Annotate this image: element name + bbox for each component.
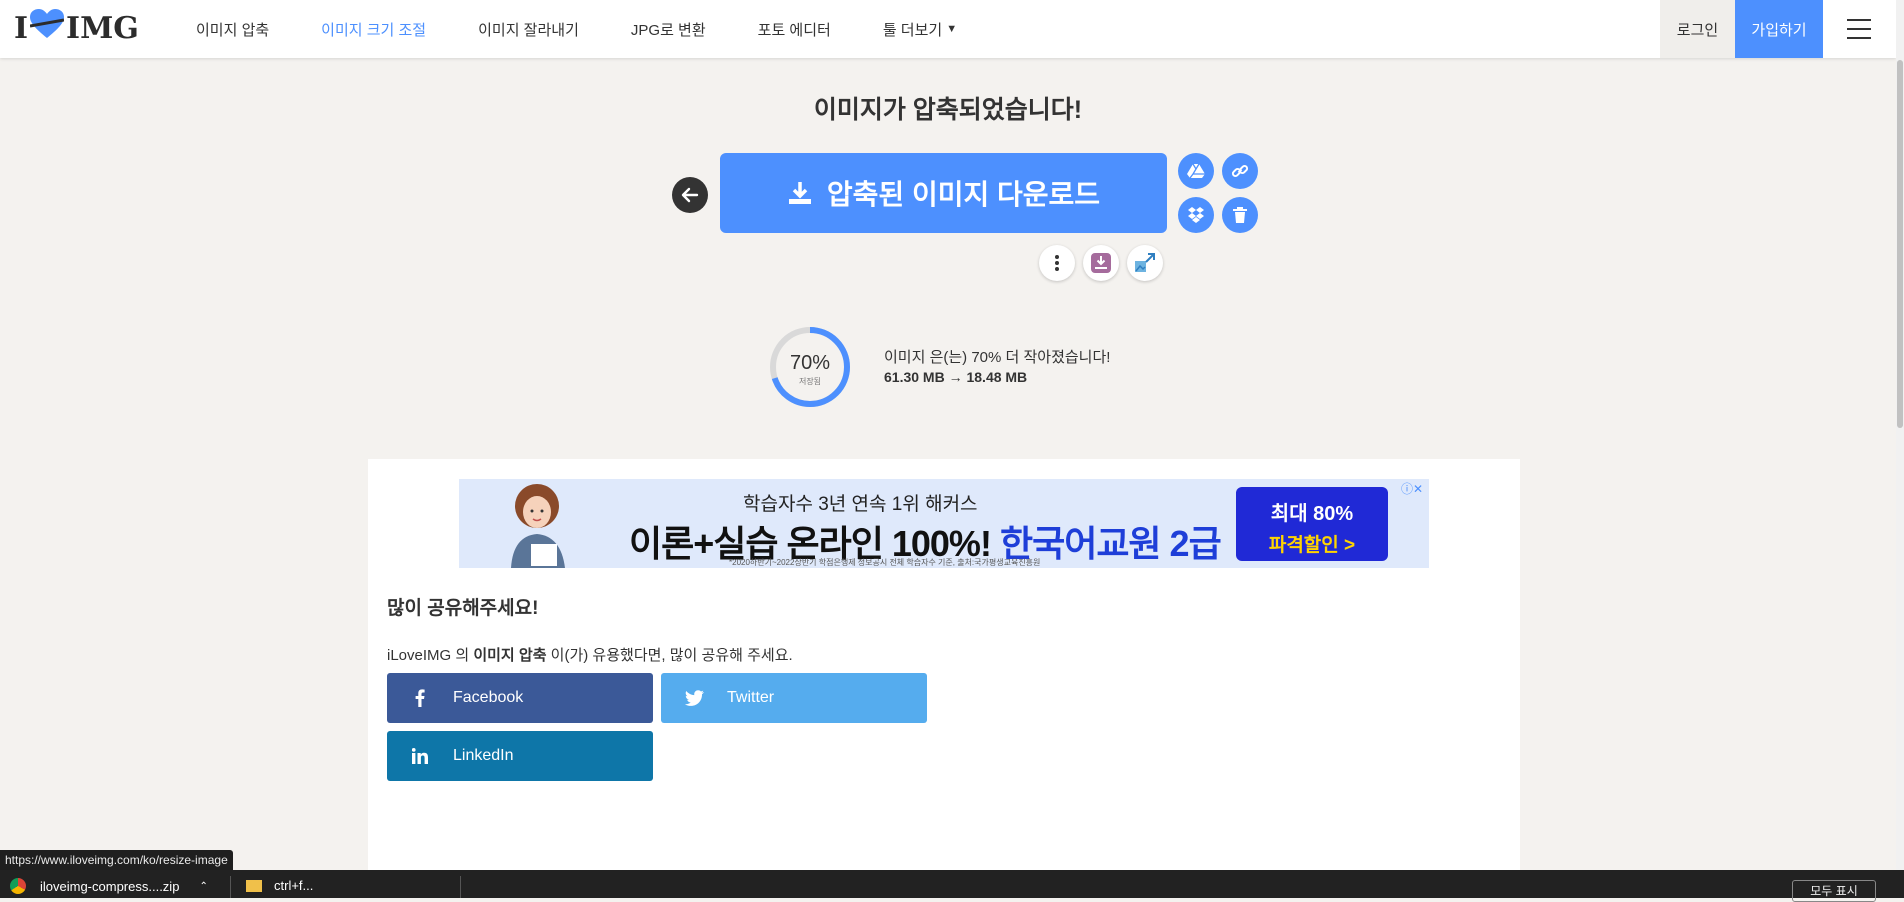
login-button[interactable]: 로그인 xyxy=(1660,0,1735,58)
facebook-icon xyxy=(387,689,453,707)
chrome-icon xyxy=(10,878,26,894)
share-text-suffix: 이(가) 유용했다면, 많이 공유해 주세요. xyxy=(546,647,793,664)
download-item-second[interactable]: ctrl+f... xyxy=(246,878,313,893)
folder-icon xyxy=(246,879,262,892)
status-bar-url: https://www.iloveimg.com/ko/resize-image xyxy=(0,850,233,870)
logo-left: I xyxy=(14,10,29,46)
scrollbar-thumb[interactable] xyxy=(1897,60,1903,428)
download-button[interactable]: 압축된 이미지 다운로드 xyxy=(720,153,1167,233)
trash-icon xyxy=(1233,207,1247,223)
arrow-left-icon xyxy=(681,187,699,203)
savings-percent: 70% xyxy=(789,352,831,374)
download-item-zip[interactable]: iloveimg-compress....zip ⌃ xyxy=(10,878,208,894)
ad-fine-print: *2020하반기~2022상반기 학점은행제 정보공시 전체 학습자수 기준, … xyxy=(729,558,1041,567)
logo-right: IMG xyxy=(66,10,139,46)
more-vertical-icon xyxy=(1055,255,1059,271)
twitter-label: Twitter xyxy=(727,689,775,706)
share-description: iLoveIMG 의 이미지 압축 이(가) 유용했다면, 많이 공유해 주세요… xyxy=(387,644,793,665)
hamburger-menu-icon[interactable] xyxy=(1847,19,1871,39)
nav-resize-image[interactable]: 이미지 크기 조절 xyxy=(321,19,426,40)
facebook-label: Facebook xyxy=(453,689,524,706)
ad-cta-button[interactable]: 최대 80% 파격할인 > xyxy=(1236,487,1388,561)
second-file-name: ctrl+f... xyxy=(274,878,314,893)
download-shelf: iloveimg-compress....zip ⌃ ctrl+f... 모두 … xyxy=(0,870,1904,902)
upscale-tool-button[interactable] xyxy=(1127,245,1163,281)
content-panel: 학습자수 3년 연속 1위 해커스 이론+실습 온라인 100%! 한국어교원 … xyxy=(368,459,1520,870)
chevron-up-icon: ⌃ xyxy=(199,880,208,892)
download-file-name: iloveimg-compress....zip xyxy=(40,878,180,894)
back-button[interactable] xyxy=(672,177,708,213)
nav-photo-editor[interactable]: 포토 에디터 xyxy=(758,19,831,40)
logo[interactable]: I IMG xyxy=(14,9,139,47)
twitter-icon xyxy=(661,690,727,706)
google-drive-button[interactable] xyxy=(1178,153,1214,189)
compression-summary: 이미지 은(는) 70% 더 작아졌습니다! xyxy=(884,349,1111,366)
ad-cta-line2: 파격할인 > xyxy=(1268,535,1356,556)
copy-link-button[interactable] xyxy=(1222,153,1258,189)
google-drive-icon xyxy=(1187,163,1205,179)
page-title: 이미지가 압축되었습니다! xyxy=(813,96,1083,124)
caret-down-icon: ▼ xyxy=(946,23,958,35)
ad-person-illustration xyxy=(511,484,565,568)
share-title: 많이 공유해주세요! xyxy=(387,598,539,619)
download-button-label: 압축된 이미지 다운로드 xyxy=(826,179,1101,210)
upscale-image-icon xyxy=(1135,253,1155,272)
saved-caption: 저장됨 xyxy=(798,377,822,386)
link-icon xyxy=(1231,164,1249,178)
delete-button[interactable] xyxy=(1222,197,1258,233)
nav-more-tools-label: 툴 더보기 xyxy=(882,21,943,39)
ad-headline: 학습자수 3년 연속 1위 해커스 xyxy=(743,494,978,515)
share-text-prefix: iLoveIMG 의 xyxy=(387,647,474,664)
facebook-share-button[interactable]: Facebook xyxy=(387,673,653,723)
stamp-icon xyxy=(1091,253,1111,273)
shelf-divider-2 xyxy=(460,876,461,898)
linkedin-label: LinkedIn xyxy=(453,747,514,764)
file-size-change: 61.30 MB → 18.48 MB xyxy=(884,369,1028,385)
signup-button[interactable]: 가입하기 xyxy=(1735,0,1823,58)
dropbox-icon xyxy=(1188,207,1204,223)
shelf-divider xyxy=(230,876,231,898)
linkedin-share-button[interactable]: LinkedIn xyxy=(387,731,653,781)
ad-close-icon[interactable]: ⓘ✕ xyxy=(1401,480,1423,497)
top-bar: I IMG 이미지 압축 이미지 크기 조절 이미지 잘라내기 JPG로 변환 … xyxy=(0,0,1896,58)
nav-compress-image[interactable]: 이미지 압축 xyxy=(196,19,269,40)
share-text-tool: 이미지 압축 xyxy=(473,647,547,664)
twitter-share-button[interactable]: Twitter xyxy=(661,673,927,723)
nav-more-tools[interactable]: 툴 더보기 ▼ xyxy=(883,19,957,40)
linkedin-icon xyxy=(387,748,453,764)
page-scrollbar[interactable] xyxy=(1896,0,1904,870)
dropbox-button[interactable] xyxy=(1178,197,1214,233)
nav-convert-to-jpg[interactable]: JPG로 변환 xyxy=(631,19,706,40)
heart-icon xyxy=(29,9,65,47)
ad-cta-line1: 최대 80% xyxy=(1270,503,1354,525)
main-nav: 이미지 압축 이미지 크기 조절 이미지 잘라내기 JPG로 변환 포토 에디터… xyxy=(196,0,1009,58)
savings-ring-label: 70% 저장됨 xyxy=(768,352,852,387)
download-icon xyxy=(788,182,811,204)
show-all-downloads-button[interactable]: 모두 표시 xyxy=(1792,880,1876,902)
stamp-tool-button[interactable] xyxy=(1083,245,1119,281)
more-options-button[interactable] xyxy=(1039,245,1075,281)
advertisement-banner[interactable]: 학습자수 3년 연속 1위 해커스 이론+실습 온라인 100%! 한국어교원 … xyxy=(459,479,1429,568)
nav-crop-image[interactable]: 이미지 잘라내기 xyxy=(478,19,579,40)
